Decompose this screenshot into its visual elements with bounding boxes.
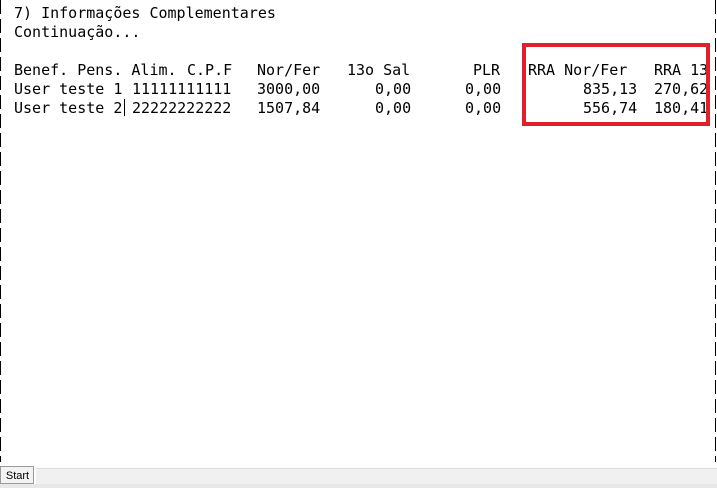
row-1-cpf: 11111111111 (132, 80, 232, 98)
row-1-name: User teste 1 (14, 80, 123, 98)
left-border-dashes (0, 0, 1, 462)
start-button[interactable]: Start (0, 466, 34, 484)
row-2-plr: 0,00 (465, 99, 502, 117)
row-1-plr: 0,00 (465, 80, 502, 98)
header-cpf: C.P.F (187, 61, 233, 79)
row-1-nor-fer: 3000,00 (257, 80, 321, 98)
row-2-name: User teste 2 (14, 99, 123, 117)
continuation-label: Continuação... (14, 23, 141, 41)
row-2-cpf: 22222222222 (132, 99, 232, 117)
row-2-nor-fer: 1507,84 (257, 99, 321, 117)
bottom-edge (0, 484, 717, 488)
header-13o-sal: 13o Sal (347, 61, 411, 79)
row-2-13o-sal: 0,00 (375, 99, 412, 117)
row-1-13o-sal: 0,00 (375, 80, 412, 98)
header-nor-fer: Nor/Fer (257, 61, 321, 79)
header-plr: PLR (473, 61, 501, 79)
section-title: 7) Informações Complementares (14, 4, 276, 22)
terminal-screen: 7) Informações Complementares Continuaçã… (0, 0, 717, 488)
rra-columns-highlight-box (522, 43, 710, 126)
header-benef: Benef. Pens. Alim. (14, 61, 177, 79)
text-cursor (124, 99, 125, 116)
horizontal-scrollbar[interactable] (36, 468, 717, 485)
right-border-dashes (715, 0, 716, 462)
